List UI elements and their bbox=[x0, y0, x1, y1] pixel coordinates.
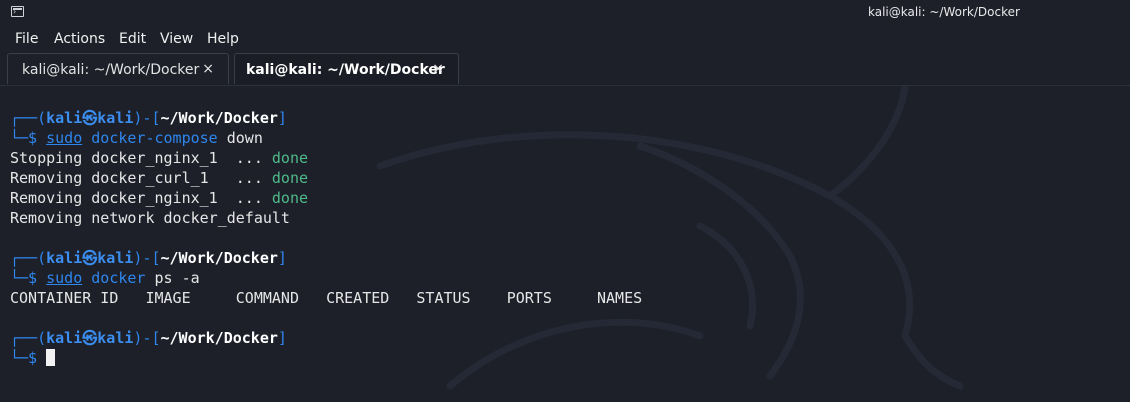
command-line: └─$ sudo docker-compose down bbox=[10, 128, 263, 148]
tab-label: kali@kali: ~/Work/Docker bbox=[22, 62, 200, 78]
menu-help[interactable]: Help bbox=[207, 31, 239, 47]
menu-view[interactable]: View bbox=[160, 31, 193, 47]
text-cursor bbox=[46, 349, 56, 366]
prompt-line: ┌──(kali㉿kali)-[~/Work/Docker] bbox=[10, 248, 287, 268]
status-done: done bbox=[271, 149, 309, 167]
menu-actions[interactable]: Actions bbox=[54, 31, 105, 47]
prompt-frame: ┌──( bbox=[10, 249, 47, 267]
tab-label: kali@kali: ~/Work/Docker bbox=[246, 62, 445, 78]
terminal-output[interactable]: ┌──(kali㉿kali)-[~/Work/Docker] └─$ sudo … bbox=[0, 86, 1130, 402]
prompt-mid: )-[ bbox=[133, 329, 161, 347]
prompt-host: kali bbox=[97, 249, 134, 267]
window-title: kali@kali: ~/Work/Docker bbox=[868, 5, 1020, 19]
prompt-dollar: └─$ bbox=[10, 129, 47, 147]
prompt-close: ] bbox=[277, 329, 287, 347]
prompt-at-symbol: ㉿ bbox=[82, 109, 98, 127]
menu-bar: File Actions Edit View Help bbox=[0, 28, 1130, 50]
close-icon[interactable]: × bbox=[432, 61, 444, 77]
prompt-mid: )-[ bbox=[133, 249, 161, 267]
prompt-frame: ┌──( bbox=[10, 109, 47, 127]
output-text: Removing docker_nginx_1 ... bbox=[10, 189, 272, 207]
prompt-dollar: └─$ bbox=[10, 349, 47, 367]
command-line[interactable]: └─$ bbox=[10, 348, 56, 368]
prompt-at-symbol: ㉿ bbox=[82, 249, 98, 267]
tab-1[interactable]: kali@kali: ~/Work/Docker × bbox=[7, 53, 229, 84]
status-done: done bbox=[271, 169, 309, 187]
output-text: Removing docker_curl_1 ... bbox=[10, 169, 272, 187]
output-text: Removing network docker_default bbox=[10, 209, 290, 227]
prompt-user: kali bbox=[46, 109, 83, 127]
prompt-frame: ┌──( bbox=[10, 329, 47, 347]
close-icon[interactable]: × bbox=[202, 61, 214, 77]
output-line: Removing docker_nginx_1 ... done bbox=[10, 188, 308, 208]
prompt-mid: )-[ bbox=[133, 109, 161, 127]
output-header: CONTAINER ID IMAGE COMMAND CREATED STATU… bbox=[10, 289, 643, 307]
tab-bar: kali@kali: ~/Work/Docker × kali@kali: ~/… bbox=[0, 52, 1130, 86]
prompt-path: ~/Work/Docker bbox=[160, 249, 278, 267]
status-done: done bbox=[271, 189, 309, 207]
menu-edit[interactable]: Edit bbox=[119, 31, 146, 47]
command-args: down bbox=[217, 129, 263, 147]
menu-file[interactable]: File bbox=[15, 31, 38, 47]
prompt-host: kali bbox=[97, 109, 134, 127]
prompt-line: ┌──(kali㉿kali)-[~/Work/Docker] bbox=[10, 328, 287, 348]
command-name: docker bbox=[91, 269, 146, 287]
prompt-at-symbol: ㉿ bbox=[82, 329, 98, 347]
output-line: Removing docker_curl_1 ... done bbox=[10, 168, 308, 188]
command-name: docker-compose bbox=[91, 129, 218, 147]
prompt-user: kali bbox=[46, 249, 83, 267]
prompt-line: ┌──(kali㉿kali)-[~/Work/Docker] bbox=[10, 108, 287, 128]
tab-2-active[interactable]: kali@kali: ~/Work/Docker × bbox=[234, 53, 459, 84]
prompt-close: ] bbox=[277, 109, 287, 127]
terminal-icon bbox=[11, 6, 24, 17]
command-line: └─$ sudo docker ps -a bbox=[10, 268, 200, 288]
prompt-path: ~/Work/Docker bbox=[160, 329, 278, 347]
prompt-path: ~/Work/Docker bbox=[160, 109, 278, 127]
prompt-dollar: └─$ bbox=[10, 269, 47, 287]
command-args: ps -a bbox=[145, 269, 200, 287]
command-sudo: sudo bbox=[46, 129, 83, 147]
output-text: Stopping docker_nginx_1 ... bbox=[10, 149, 272, 167]
prompt-user: kali bbox=[46, 329, 83, 347]
prompt-host: kali bbox=[97, 329, 134, 347]
title-bar: kali@kali: ~/Work/Docker bbox=[0, 0, 1130, 26]
command-sudo: sudo bbox=[46, 269, 83, 287]
prompt-close: ] bbox=[277, 249, 287, 267]
output-line: Stopping docker_nginx_1 ... done bbox=[10, 148, 308, 168]
output-line: Removing network docker_default bbox=[10, 208, 290, 228]
